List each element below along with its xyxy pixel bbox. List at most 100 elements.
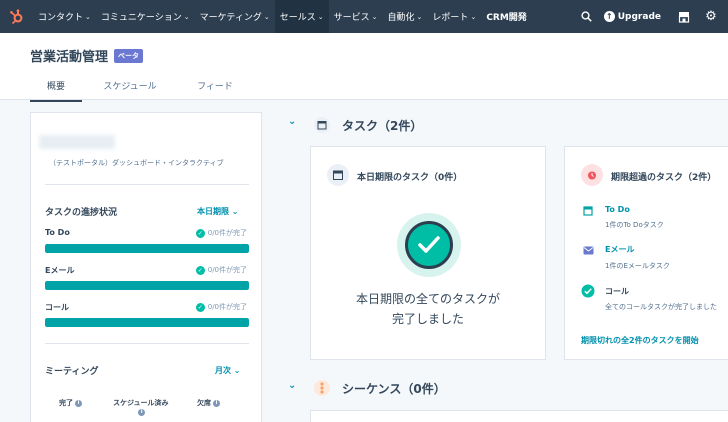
dropdown-label: 月次 bbox=[215, 366, 231, 375]
nav-item-sales[interactable]: セールス ⌄ bbox=[274, 0, 329, 33]
info-icon[interactable]: i bbox=[75, 399, 82, 407]
all-complete-message-line1: 本日期限の全てのタスクが bbox=[355, 292, 500, 306]
meetings-title: ミーティング bbox=[45, 367, 99, 377]
info-icon[interactable]: i bbox=[213, 399, 220, 407]
beta-badge: ベータ bbox=[114, 48, 144, 63]
progress-bar-email bbox=[45, 281, 249, 290]
sequence-icon bbox=[314, 380, 330, 396]
overdue-card: 期限超過のタスク（2件） To Do 1件のTo Doタスク Eメール 1件のE… bbox=[564, 146, 728, 360]
nav-item-contacts[interactable]: コンタクト ⌄ bbox=[33, 0, 96, 33]
tab-overview[interactable]: 概要 bbox=[30, 75, 82, 102]
check-icon: ✓ bbox=[195, 302, 205, 312]
overdue-call-label: コール bbox=[605, 287, 629, 296]
nav-label: 自動化 bbox=[387, 13, 415, 23]
page-title-row: 営業活動管理 ベータ bbox=[30, 46, 144, 65]
info-icon[interactable]: i bbox=[138, 408, 146, 416]
chevron-down-icon: ⌄ bbox=[317, 12, 324, 21]
alarm-clock-icon bbox=[581, 164, 603, 186]
overdue-todo-link[interactable]: To Do bbox=[605, 205, 630, 214]
collapse-sequences-chevron-icon[interactable]: ⌄ bbox=[288, 380, 296, 391]
nav-label: CRM開発 bbox=[486, 13, 527, 23]
meeting-col-label: スケジュール済み bbox=[113, 399, 169, 407]
progress-bar-fill bbox=[45, 318, 249, 327]
nav-label: コミュニケーション bbox=[100, 13, 182, 23]
portal-name: （テストポータル）ダッシュボード・インタラクティブ bbox=[49, 159, 224, 167]
task-calendar-icon bbox=[314, 117, 330, 133]
page-title: 営業活動管理 bbox=[30, 50, 109, 65]
status-text: 0/0件が完了 bbox=[207, 303, 247, 311]
progress-bar-todo bbox=[45, 244, 249, 253]
meeting-col-label: 完了 bbox=[59, 399, 73, 407]
sequences-card bbox=[310, 410, 728, 422]
upgrade-label: Upgrade bbox=[617, 11, 661, 22]
page-header: 営業活動管理 ベータ 概要 スケジュール フィード bbox=[0, 33, 728, 102]
overdue-title: 期限超過のタスク（2件） bbox=[611, 173, 717, 183]
upgrade-button[interactable]: ↑ Upgrade bbox=[603, 11, 661, 22]
all-complete-message-line2: 完了しました bbox=[391, 312, 464, 326]
calendar-icon bbox=[327, 164, 349, 186]
hubspot-logo-icon[interactable] bbox=[0, 0, 33, 33]
user-name-redacted bbox=[39, 135, 115, 149]
chevron-down-icon: ⌄ bbox=[416, 12, 423, 21]
nav-item-marketing[interactable]: マーケティング ⌄ bbox=[195, 0, 275, 33]
main-menu: コンタクト ⌄ コミュニケーション ⌄ マーケティング ⌄ セールス ⌄ サービス ⌄ 自… bbox=[33, 0, 532, 33]
settings-gear-icon[interactable]: ⚙ bbox=[704, 9, 718, 24]
meeting-col-label: 欠席 bbox=[197, 399, 211, 407]
task-progress-title: タスクの進捗状況 bbox=[45, 208, 118, 218]
meetings-period-dropdown[interactable]: 月次 ⌄ bbox=[215, 365, 241, 376]
due-today-title: 本日期限のタスク（0件） bbox=[357, 173, 463, 183]
marketplace-icon[interactable] bbox=[677, 10, 691, 24]
progress-bar-call bbox=[45, 318, 249, 327]
nav-item-automation[interactable]: 自動化 ⌄ bbox=[383, 0, 428, 33]
nav-label: セールス bbox=[279, 13, 316, 23]
chevron-down-icon: ⌄ bbox=[231, 207, 239, 216]
overdue-email-link[interactable]: Eメール bbox=[605, 244, 634, 255]
overdue-call-sub: 全てのコールタスクが完了しました bbox=[605, 303, 717, 311]
search-icon[interactable] bbox=[580, 10, 594, 24]
tab-schedule[interactable]: スケジュール bbox=[86, 75, 174, 102]
status-text: 0/0件が完了 bbox=[207, 266, 247, 274]
chevron-down-icon: ⌄ bbox=[233, 366, 241, 375]
start-overdue-tasks-link[interactable]: 期限切れの全2件のタスクを開始 bbox=[581, 335, 699, 346]
chevron-down-icon: ⌄ bbox=[85, 12, 91, 21]
progress-row-status: ✓ 0/0件が完了 bbox=[195, 228, 247, 238]
progress-bar-fill bbox=[45, 244, 249, 253]
chevron-down-icon: ⌄ bbox=[263, 12, 270, 21]
check-icon: ✓ bbox=[195, 265, 205, 275]
meeting-col-completed: 完了 i bbox=[59, 398, 82, 408]
nav-item-conversations[interactable]: コミュニケーション ⌄ bbox=[96, 0, 195, 33]
nav-item-reports[interactable]: レポート ⌄ bbox=[427, 0, 481, 33]
meeting-col-no-show: 欠席 i bbox=[197, 398, 220, 408]
collapse-tasks-chevron-icon[interactable]: ⌄ bbox=[288, 116, 296, 127]
dropdown-label: 本日期限 bbox=[197, 207, 229, 216]
overdue-email-sub: 1件のEメールタスク bbox=[605, 262, 670, 270]
progress-row-label: Eメール bbox=[45, 266, 75, 275]
tab-label: フィード bbox=[197, 82, 233, 92]
divider bbox=[45, 343, 249, 344]
progress-period-dropdown[interactable]: 本日期限 ⌄ bbox=[197, 206, 239, 217]
tab-label: スケジュール bbox=[103, 82, 157, 92]
upgrade-arrow-icon: ↑ bbox=[603, 11, 615, 22]
chevron-down-icon: ⌄ bbox=[183, 12, 190, 21]
nav-label: レポート bbox=[432, 13, 469, 23]
nav-label: マーケティング bbox=[199, 13, 262, 23]
tab-bar: 概要 スケジュール フィード bbox=[30, 75, 250, 102]
progress-row-status: ✓ 0/0件が完了 bbox=[195, 265, 247, 275]
nav-item-crm-development[interactable]: CRM開発 bbox=[481, 0, 532, 33]
nav-label: コンタクト bbox=[38, 13, 84, 23]
nav-item-service[interactable]: サービス ⌄ bbox=[329, 0, 383, 33]
sequences-section-title: シーケンス（0件） bbox=[342, 382, 446, 396]
check-icon: ✓ bbox=[195, 228, 205, 238]
summary-panel: （テストポータル）ダッシュボード・インタラクティブ タスクの進捗状況 本日期限 … bbox=[30, 112, 262, 422]
meeting-col-scheduled: スケジュール済み i bbox=[113, 398, 169, 416]
tab-feed[interactable]: フィード bbox=[180, 75, 250, 102]
overdue-todo-sub: 1件のTo Doタスク bbox=[605, 221, 664, 229]
todo-icon bbox=[581, 204, 595, 218]
all-complete-check-icon bbox=[397, 213, 461, 277]
due-today-card: 本日期限のタスク（0件） 本日期限の全てのタスクが 完了しました bbox=[310, 146, 546, 360]
nav-label: サービス bbox=[333, 13, 370, 23]
tab-label: 概要 bbox=[46, 82, 65, 92]
divider bbox=[45, 184, 249, 185]
check-circle bbox=[405, 221, 453, 269]
email-icon bbox=[581, 243, 595, 257]
